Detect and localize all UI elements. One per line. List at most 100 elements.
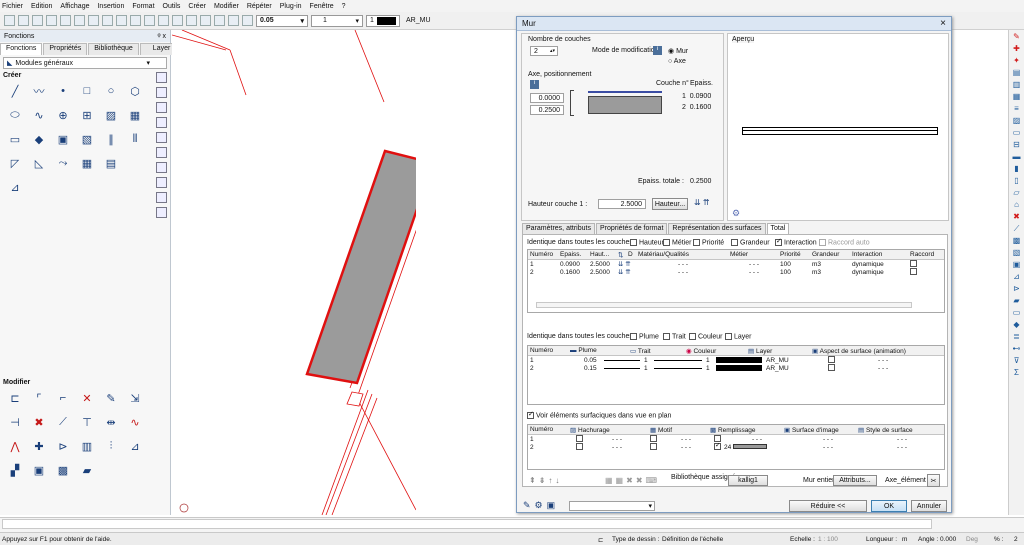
axis-value-1[interactable]: 0.0000 [530,93,564,103]
region-icon[interactable]: ▭ [6,130,24,148]
extend-icon[interactable]: ⟋ [54,413,72,431]
menu-item[interactable]: Fenêtre [310,3,334,10]
layers-count-input[interactable]: 2 ▴▾ [530,46,558,56]
spline-icon[interactable]: ∿ [30,106,48,124]
undo-icon[interactable] [102,15,113,26]
table-row[interactable]: 2 0.1600 2.5000 ⇊ ⇈ - - - - - - 100 m3 d… [528,268,944,276]
pattern-icon[interactable]: ▦ [126,106,144,124]
join-red-icon[interactable]: ⋀ [6,437,24,455]
pencil-icon[interactable]: ✎ [1011,32,1022,42]
favorites-select[interactable]: ▾ [569,501,655,511]
level-icon[interactable]: ⊽ [1011,356,1022,366]
transform-icon[interactable]: ▞ [6,461,24,479]
info-icon[interactable]: i [653,46,662,55]
delete-icon[interactable] [144,15,155,26]
quad-icon[interactable]: ⊞ [78,106,96,124]
angle-value[interactable]: 0.000 [940,536,956,543]
side-tool-icon[interactable] [156,207,167,218]
row-move-icons[interactable]: ⇞⇟↑↓ [529,476,562,485]
tab-format[interactable]: Propriétés de format [595,223,668,234]
close-icon[interactable]: × [940,18,946,29]
attributs-button[interactable]: Attributs... [833,475,877,486]
roof-icon[interactable]: ⌂ [1011,200,1022,210]
side-tool-icon[interactable] [156,132,167,143]
mirror-icon[interactable] [158,15,169,26]
snap-icon[interactable]: ✚ [1011,44,1022,54]
beam-icon[interactable]: ▯ [1011,176,1022,186]
pen-icon[interactable] [242,15,253,26]
height-input[interactable]: 2.5000 [598,199,646,209]
menu-item[interactable]: Format [132,3,154,10]
wave-icon[interactable]: ∿ [126,413,144,431]
check-metier[interactable]: Métier [663,239,691,246]
label-icon[interactable]: ≣ [1011,332,1022,342]
pipette-icon[interactable]: ⟋ [1011,224,1022,234]
check-layer[interactable]: Layer [725,333,752,340]
drawing-type-value[interactable]: Définition de l'échelle [662,536,723,543]
measure-icon[interactable]: ⊿ [6,178,24,196]
menu-item[interactable]: Fichier [2,3,23,10]
fillet-icon[interactable]: ⌜ [30,389,48,407]
polygon-icon[interactable]: ⬡ [126,82,144,100]
cross-icon[interactable]: ✚ [30,437,48,455]
align-icon[interactable]: ⊳ [54,437,72,455]
row-edit-icons[interactable]: ▦▦✖✖⌨ [605,476,660,485]
check-trait[interactable]: Trait [663,333,686,340]
table-row[interactable]: 1 - - - - - - - - - - - - - - - [528,435,944,443]
copy-layer-icon[interactable]: ▣ [30,461,48,479]
align-tool-icon[interactable]: ≡ [1011,104,1022,114]
color-select[interactable]: 1 [366,14,400,27]
distance-icon[interactable]: ⊤ [78,413,96,431]
room-icon[interactable]: ▩ [1011,236,1022,246]
table-row[interactable]: 1 0.05 1 1 AR_MU - - - [528,356,944,364]
view-icon[interactable]: ▦ [1011,92,1022,102]
properties-icon[interactable] [228,15,239,26]
angle-dimension-icon[interactable]: ◺ [30,154,48,172]
menu-item[interactable]: Plug-in [280,3,302,10]
area-icon[interactable]: ▣ [1011,260,1022,270]
rotate-icon[interactable] [172,15,183,26]
offset-icon[interactable]: ⤳ [54,154,72,172]
menu-item[interactable]: Modifier [214,3,239,10]
elevation-icon[interactable]: ⊳ [1011,284,1022,294]
paste-icon[interactable] [88,15,99,26]
menu-item[interactable]: Outils [163,3,181,10]
save-icon[interactable] [32,15,43,26]
sort-icon[interactable]: ⇅ [616,251,626,259]
line-icon[interactable]: ╱ [6,82,24,100]
line-select[interactable]: 1 ▾ [311,14,363,27]
edit-icon[interactable]: ✎ [102,389,120,407]
move-layer-icon[interactable]: ▩ [54,461,72,479]
hatching-icon[interactable]: ▨ [102,106,120,124]
ok-button[interactable]: OK [871,500,907,512]
stretch-line-icon[interactable]: ⇹ [102,413,120,431]
opening-icon[interactable]: ▰ [1011,296,1022,306]
tab-parametres[interactable]: Paramètres, attributs [522,223,595,234]
check-voir-elements[interactable]: Voir éléments surfaciques dans vue en pl… [527,410,671,419]
cross-delete-icon[interactable]: ✖ [30,413,48,431]
command-input[interactable] [2,519,932,529]
check-plume[interactable]: Plume [630,333,659,340]
delete-x-icon[interactable]: ✖ [1011,212,1022,222]
delete-segment-icon[interactable]: ✕ [78,389,96,407]
move-down-icon[interactable]: ⇊ ⇈ [694,198,710,207]
pen-select[interactable]: 0.05 ▾ [256,14,308,27]
move-icon[interactable] [130,15,141,26]
check-couleur[interactable]: Couleur [689,333,723,340]
sigma-icon[interactable]: Σ [1011,368,1022,378]
cancel-button[interactable]: Annuler [911,500,947,512]
table-row[interactable]: 2 - - - - - - 24 - - - - - - [528,443,944,451]
stack-icon[interactable]: ▨ [1011,116,1022,126]
check-interaction[interactable]: Interaction [775,237,817,246]
check-raccord[interactable]: Raccord auto [819,239,870,246]
drawing-canvas[interactable] [171,29,447,516]
section-icon[interactable]: ⊿ [1011,272,1022,282]
tab-fonctions[interactable]: Fonctions [0,43,43,55]
copy-parallel-icon[interactable]: ▥ [78,437,96,455]
open-file-icon[interactable] [18,15,29,26]
ellipse-icon[interactable]: ⬭ [6,106,24,124]
style-area-icon[interactable]: ▧ [78,130,96,148]
copy-icon[interactable] [74,15,85,26]
stretch-icon[interactable] [186,15,197,26]
floor-icon[interactable]: ▬ [1011,152,1022,162]
